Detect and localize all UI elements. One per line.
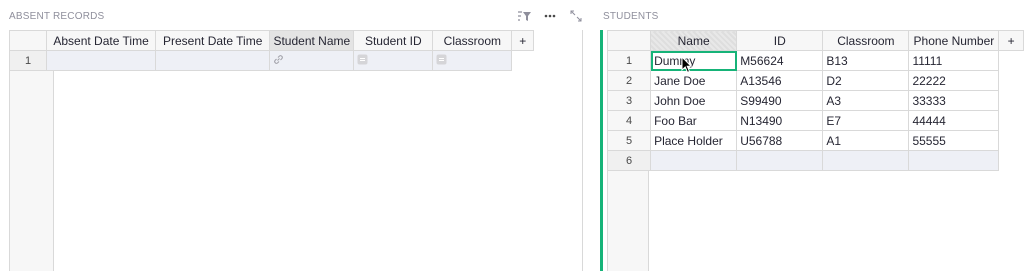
absent-records-panel: ABSENT RECORDS Absent Date Time Present … — [0, 0, 592, 271]
absent-records-toolbar — [517, 9, 583, 23]
table-row[interactable]: 3 John Doe S99490 A3 33333 — [606, 90, 1024, 111]
students-panel: STUDENTS Name ID Classroom Phone Number … — [600, 0, 1024, 271]
column-header-classroom[interactable]: Classroom — [432, 30, 513, 51]
table-row[interactable]: 2 Jane Doe A13546 D2 22222 — [606, 70, 1024, 91]
cell-classroom[interactable]: A3 — [822, 90, 910, 111]
row-number[interactable]: 4 — [606, 110, 652, 131]
corner-cell — [8, 30, 48, 51]
cell-id[interactable]: S99490 — [736, 90, 824, 111]
cell-name[interactable]: Dummy — [650, 50, 738, 71]
cell-name[interactable]: John Doe — [650, 90, 738, 111]
cell-name[interactable]: Foo Bar — [650, 110, 738, 131]
expand-icon[interactable] — [569, 9, 583, 23]
table-row[interactable]: 1 — [8, 50, 534, 71]
cell-id[interactable] — [736, 150, 824, 171]
panel-right-border — [582, 30, 583, 271]
cell-student-name[interactable] — [269, 50, 355, 71]
row-number[interactable]: 5 — [606, 130, 652, 151]
cell-classroom[interactable]: A1 — [822, 130, 910, 151]
absent-records-grid: Absent Date Time Present Date Time Stude… — [8, 30, 534, 71]
add-column-button[interactable]: + — [998, 30, 1024, 51]
cell-phone-number[interactable]: 55555 — [908, 130, 1000, 151]
column-header-phone-number[interactable]: Phone Number — [908, 30, 1000, 51]
row-number[interactable]: 3 — [606, 90, 652, 111]
column-header-id[interactable]: ID — [736, 30, 824, 51]
more-options-icon[interactable] — [543, 9, 557, 23]
formula-icon — [357, 54, 368, 68]
formula-icon — [436, 54, 447, 68]
column-header-name[interactable]: Name — [650, 30, 738, 51]
cell-phone-number[interactable]: 11111 — [908, 50, 1000, 71]
link-icon — [273, 54, 284, 68]
table-row[interactable]: 1 Dummy M56624 B13 11111 — [606, 50, 1024, 71]
empty-cell — [511, 50, 534, 71]
table-row[interactable]: 4 Foo Bar N13490 E7 44444 — [606, 110, 1024, 131]
row-number[interactable]: 1 — [606, 50, 652, 71]
cell-student-id[interactable] — [353, 50, 434, 71]
column-header-student-id[interactable]: Student ID — [353, 30, 434, 51]
cell-name[interactable]: Jane Doe — [650, 70, 738, 91]
row-gutter — [9, 70, 54, 271]
corner-cell — [606, 30, 652, 51]
header-row: Name ID Classroom Phone Number + — [606, 30, 1024, 51]
cell-classroom[interactable]: D2 — [822, 70, 910, 91]
cell-name[interactable]: Place Holder — [650, 130, 738, 151]
header-row: Absent Date Time Present Date Time Stude… — [8, 30, 534, 51]
cell-present-date-time[interactable] — [154, 50, 271, 71]
cell-phone-number[interactable]: 33333 — [908, 90, 1000, 111]
cell-phone-number[interactable] — [908, 150, 1000, 171]
row-gutter — [607, 166, 649, 271]
sort-filter-icon[interactable] — [517, 9, 531, 23]
table-row[interactable]: 5 Place Holder U56788 A1 55555 — [606, 130, 1024, 151]
absent-records-title: ABSENT RECORDS — [9, 11, 105, 22]
column-header-present-date-time[interactable]: Present Date Time — [154, 30, 271, 51]
column-header-student-name[interactable]: Student Name — [269, 30, 355, 51]
cell-phone-number[interactable]: 44444 — [908, 110, 1000, 131]
row-number[interactable]: 2 — [606, 70, 652, 91]
row-number[interactable]: 6 — [606, 150, 652, 171]
cell-phone-number[interactable]: 22222 — [908, 70, 1000, 91]
table-row-new[interactable]: 6 — [606, 150, 1024, 171]
column-header-absent-date-time[interactable]: Absent Date Time — [46, 30, 156, 51]
column-header-classroom[interactable]: Classroom — [822, 30, 910, 51]
cell-classroom[interactable]: E7 — [822, 110, 910, 131]
cell-name[interactable] — [650, 150, 738, 171]
cell-id[interactable]: N13490 — [736, 110, 824, 131]
row-number[interactable]: 1 — [8, 50, 48, 71]
cell-absent-date-time[interactable] — [46, 50, 156, 71]
mouse-pointer-icon — [681, 55, 693, 79]
students-title: STUDENTS — [603, 11, 659, 22]
students-grid: Name ID Classroom Phone Number + 1 Dummy… — [606, 30, 1024, 171]
cell-classroom[interactable] — [432, 50, 513, 71]
cell-classroom[interactable] — [822, 150, 910, 171]
cell-id[interactable]: A13546 — [736, 70, 824, 91]
add-column-button[interactable]: + — [511, 30, 534, 51]
cell-classroom[interactable]: B13 — [822, 50, 910, 71]
cell-id[interactable]: M56624 — [736, 50, 824, 71]
cell-id[interactable]: U56788 — [736, 130, 824, 151]
